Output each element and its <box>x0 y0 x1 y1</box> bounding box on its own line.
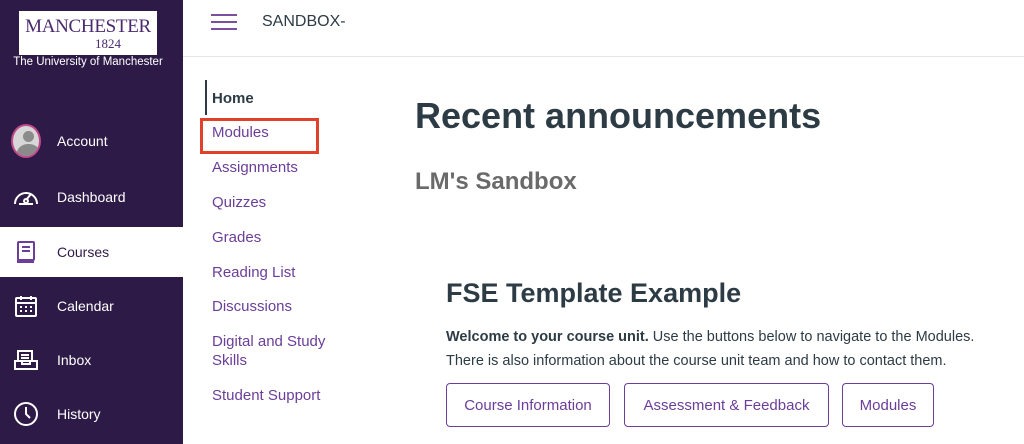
courses-book-icon <box>11 237 41 267</box>
page-title: Recent announcements <box>415 95 822 136</box>
university-logo[interactable]: MANCHESTER 1824 <box>19 11 157 55</box>
course-nav-discussions[interactable]: Discussions <box>212 297 292 316</box>
university-subtitle: The University of Manchester <box>13 56 163 68</box>
nav-label-calendar: Calendar <box>57 298 114 314</box>
breadcrumb[interactable]: SANDBOX- <box>262 13 346 31</box>
nav-label-account: Account <box>57 133 108 149</box>
logo-year: 1824 <box>95 36 121 51</box>
top-header: SANDBOX- <box>183 0 1024 57</box>
card-intro-text: Use the buttons below to navigate to the… <box>648 329 975 345</box>
nav-label-courses: Courses <box>57 244 110 260</box>
card-title: FSE Template Example <box>446 278 742 308</box>
course-nav-assignments[interactable]: Assignments <box>212 158 298 177</box>
card-intro-bold: Welcome to your course unit. <box>446 329 649 345</box>
dashboard-gauge-icon <box>11 182 41 212</box>
calendar-icon <box>11 291 41 321</box>
card-intro-line2: There is also information about the cour… <box>446 353 947 369</box>
course-nav-active-indicator <box>205 80 207 115</box>
course-subtitle: LM's Sandbox <box>415 168 577 195</box>
nav-item-history[interactable]: History <box>0 389 183 439</box>
modules-highlight-box <box>200 118 319 154</box>
nav-label-history: History <box>57 406 101 422</box>
logo-name: MANCHESTER <box>25 16 151 37</box>
course-nav-home[interactable]: Home <box>212 89 254 108</box>
global-nav: MANCHESTER 1824 The University of Manche… <box>0 0 183 444</box>
account-avatar <box>11 124 41 158</box>
course-nav-reading-list[interactable]: Reading List <box>212 263 295 282</box>
course-nav-grades[interactable]: Grades <box>212 228 261 247</box>
course-information-button[interactable]: Course Information <box>446 383 610 427</box>
nav-item-dashboard[interactable]: Dashboard <box>0 172 183 222</box>
nav-label-inbox: Inbox <box>57 352 92 368</box>
nav-item-account[interactable]: Account <box>0 116 183 166</box>
nav-item-calendar[interactable]: Calendar <box>0 281 183 331</box>
hamburger-menu-icon[interactable] <box>211 14 237 34</box>
inbox-icon <box>11 345 41 375</box>
card-intro: Welcome to your course unit. Use the but… <box>446 325 1024 373</box>
modules-button[interactable]: Modules <box>842 383 934 427</box>
course-nav-quizzes[interactable]: Quizzes <box>212 193 266 212</box>
history-clock-icon <box>11 399 41 429</box>
nav-item-inbox[interactable]: Inbox <box>0 335 183 385</box>
course-nav-student-support[interactable]: Student Support <box>212 386 320 405</box>
course-nav-digital-study-skills[interactable]: Digital and Study Skills <box>212 332 352 370</box>
assessment-feedback-button[interactable]: Assessment & Feedback <box>624 383 829 427</box>
nav-label-dashboard: Dashboard <box>57 189 126 205</box>
nav-item-courses[interactable]: Courses <box>0 227 183 277</box>
